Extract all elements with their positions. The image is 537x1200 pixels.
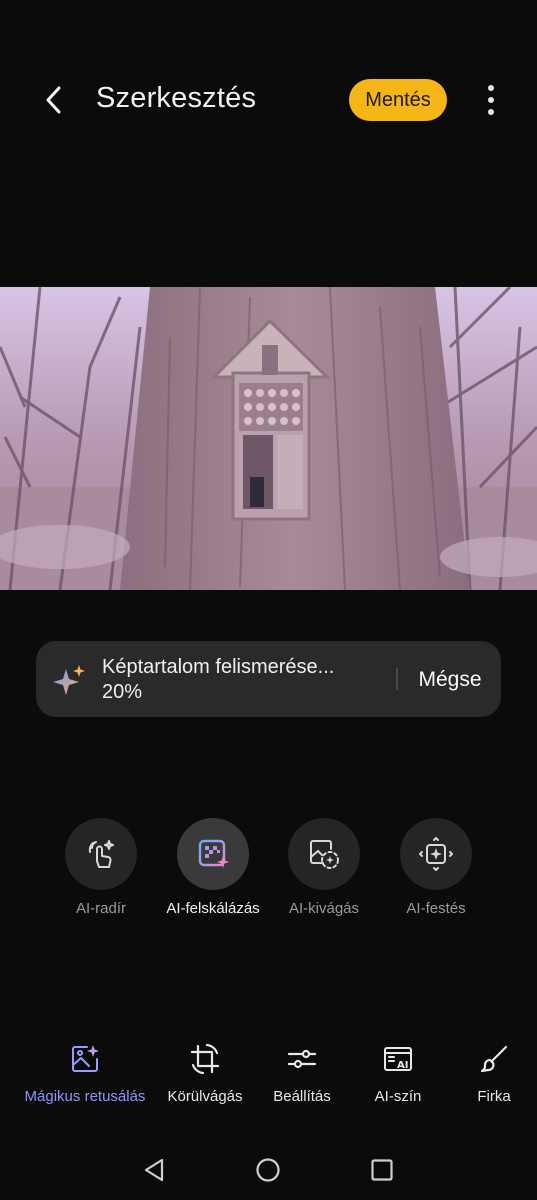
square-recents-icon [371, 1159, 393, 1181]
tab-doodle[interactable]: Firka [454, 1042, 534, 1105]
triangle-back-icon [144, 1158, 164, 1182]
photo-preview[interactable] [0, 287, 537, 590]
ai-paint-icon [419, 837, 453, 871]
ai-color-icon: AI [384, 1047, 412, 1071]
brush-icon [480, 1045, 508, 1073]
ai-tools-row: AI-radír AI-felskálázás AI-kivágás AI-fe… [0, 818, 537, 928]
tab-label: Firka [477, 1088, 511, 1105]
toast-divider [396, 668, 398, 690]
page-title: Szerkesztés [96, 82, 257, 114]
tool-label: AI-felskálázás [166, 900, 260, 917]
more-vertical-icon [488, 85, 494, 91]
ai-cutout-icon [310, 840, 339, 869]
ai-upscale-icon [198, 839, 229, 868]
tab-ai-color[interactable]: AI AI-szín [358, 1042, 438, 1105]
progress-message: Képtartalom felismerése... [102, 656, 335, 678]
tab-label: AI-szín [374, 1088, 422, 1105]
nav-recents-button[interactable] [362, 1154, 402, 1186]
cancel-button[interactable]: Mégse [412, 665, 488, 695]
tool-ai-paint[interactable]: AI-festés [376, 818, 496, 917]
tab-label: Beállítás [273, 1088, 331, 1105]
sparkle-icon [53, 665, 85, 695]
crop-icon [190, 1043, 220, 1075]
svg-text:AI: AI [397, 1060, 408, 1071]
sliders-icon [287, 1049, 317, 1069]
nav-home-button[interactable] [248, 1154, 288, 1186]
tab-label: Körülvágás [167, 1088, 243, 1105]
tab-crop[interactable]: Körülvágás [160, 1042, 250, 1105]
tool-label: AI-festés [406, 900, 466, 917]
chevron-left-icon [46, 86, 61, 114]
save-button[interactable]: Mentés [349, 79, 447, 121]
system-nav-bar [0, 1140, 537, 1200]
circle-home-icon [256, 1158, 280, 1182]
tool-label: AI-radír [75, 900, 126, 917]
tool-ai-cutout[interactable]: AI-kivágás [264, 818, 384, 917]
editor-tabs: Mágikus retusálás Körülvágás Beállítás A… [0, 1042, 537, 1114]
tool-label: AI-kivágás [288, 900, 360, 917]
tab-adjust[interactable]: Beállítás [262, 1042, 342, 1105]
tab-magic-retouch[interactable]: Mágikus retusálás [14, 1042, 156, 1105]
progress-percent: 20% [102, 681, 143, 703]
progress-toast: Képtartalom felismerése... 20% Mégse [36, 641, 501, 717]
photo-image [0, 287, 537, 590]
ai-eraser-icon [88, 840, 114, 868]
tab-label: Mágikus retusálás [24, 1088, 146, 1105]
tool-ai-eraser[interactable]: AI-radír [41, 818, 161, 917]
magic-retouch-icon [72, 1045, 99, 1072]
app-header: Szerkesztés Mentés [0, 0, 537, 200]
nav-back-button[interactable] [134, 1154, 174, 1186]
back-button[interactable] [34, 80, 74, 120]
tool-ai-upscale[interactable]: AI-felskálázás [153, 818, 273, 917]
more-options-button[interactable] [476, 80, 506, 120]
